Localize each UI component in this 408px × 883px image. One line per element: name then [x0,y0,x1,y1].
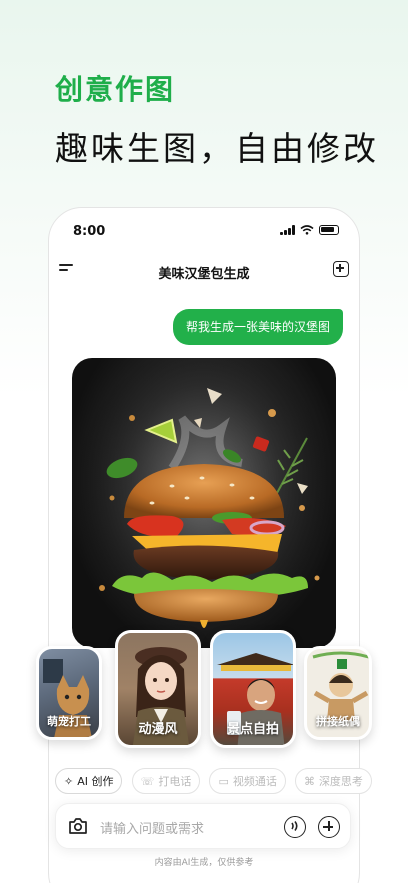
status-icons [280,225,339,235]
chip-deep-think[interactable]: ⌘ 深度思考 [294,768,372,794]
promo-subheadline: 趣味生图，自由修改 [55,129,379,168]
style-card-pet-work[interactable]: 萌宠打工 [36,646,102,740]
chip-label: 视频通话 [232,775,277,788]
video-icon: ▭ [218,774,229,788]
new-chat-icon[interactable] [333,261,349,277]
style-label: 拼接纸偶 [316,715,360,728]
wifi-icon [300,225,314,235]
promo-header: 创意作图 趣味生图，自由修改 [55,68,379,170]
status-bar: 8:00 [49,208,359,254]
generated-burger-image[interactable] [72,358,336,648]
style-label: 动漫风 [138,722,178,737]
chip-label: 深度思考 [318,775,363,788]
chat-input[interactable]: 请输入问题或需求 [100,818,204,837]
battery-icon [319,225,339,235]
style-card-paper-doll[interactable]: 拼接纸偶 [304,646,372,740]
promo-headline: 创意作图 [55,73,176,106]
nav-bar: 美味汉堡包生成 [49,254,359,290]
style-label: 景点自拍 [226,722,279,737]
phone-icon: ☏ [140,774,155,788]
chip-video-call[interactable]: ▭ 视频通话 [209,768,286,794]
status-time: 8:00 [73,224,106,239]
user-message-bubble: 帮我生成一张美味的汉堡图 [172,309,343,345]
signal-icon [280,225,295,235]
page-title: 美味汉堡包生成 [158,267,250,282]
ai-disclaimer: 内容由AI生成，仅供参考 [154,858,254,868]
sparkle-icon: ✧ [64,774,74,788]
add-icon[interactable] [318,816,340,838]
style-carousel: 萌宠打工 动漫风 景点自拍 拼接纸偶 [36,618,376,748]
chip-label: AI 创作 [77,775,114,788]
chat-input-bar: 请输入问题或需求 [55,803,351,849]
chip-ai-create[interactable]: ✧ AI 创作 [55,768,123,794]
chip-phone-call[interactable]: ☏ 打电话 [131,768,201,794]
think-icon: ⌘ [303,774,315,788]
burger-illustration [72,358,336,648]
style-card-anime[interactable]: 动漫风 [115,630,201,748]
style-card-landmark-selfie[interactable]: 景点自拍 [210,630,296,748]
camera-icon[interactable] [68,817,88,835]
chip-label: 打电话 [158,775,192,788]
style-label: 萌宠打工 [47,715,91,728]
tool-chips: ✧ AI 创作 ☏ 打电话 ▭ 视频通话 ⌘ 深度思考 [55,768,375,796]
voice-icon[interactable] [284,816,306,838]
